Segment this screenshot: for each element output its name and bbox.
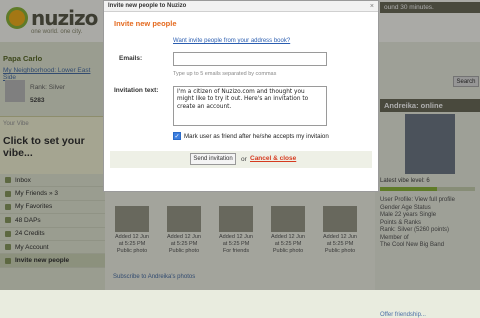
mark-friend-checkbox[interactable]: ✓ — [173, 132, 181, 140]
modal-window-title: Invite new people to Nuzizo — [108, 3, 187, 9]
checkmark-icon: ✓ — [174, 133, 180, 140]
emails-label: Emails: — [119, 55, 143, 62]
address-book-link[interactable]: Want invite people from your address boo… — [173, 38, 290, 44]
invitation-text-field[interactable]: I'm a citizen of Nuzizo.com and thought … — [173, 86, 327, 126]
invite-modal: Invite new people to Nuzizo × Invite new… — [103, 0, 379, 192]
modal-heading: Invite new people — [114, 19, 177, 28]
close-icon[interactable]: × — [370, 3, 374, 10]
send-invitation-button[interactable]: Send invitation — [190, 153, 236, 165]
emails-hint: Type up to 5 emails separated by commas — [173, 71, 277, 77]
or-text: or — [241, 156, 247, 163]
modal-actions: Send invitation or Cancel & close — [110, 151, 372, 168]
emails-field[interactable] — [173, 52, 327, 66]
modal-titlebar: Invite new people to Nuzizo × — [104, 1, 378, 12]
offer-friendship-link[interactable]: Offer friendship... — [380, 312, 426, 318]
mark-friend-label[interactable]: Mark user as friend after he/she accepts… — [184, 133, 329, 140]
invitation-text-label: Invitation text: — [114, 87, 159, 94]
cancel-close-link[interactable]: Cancel & close — [250, 155, 296, 162]
